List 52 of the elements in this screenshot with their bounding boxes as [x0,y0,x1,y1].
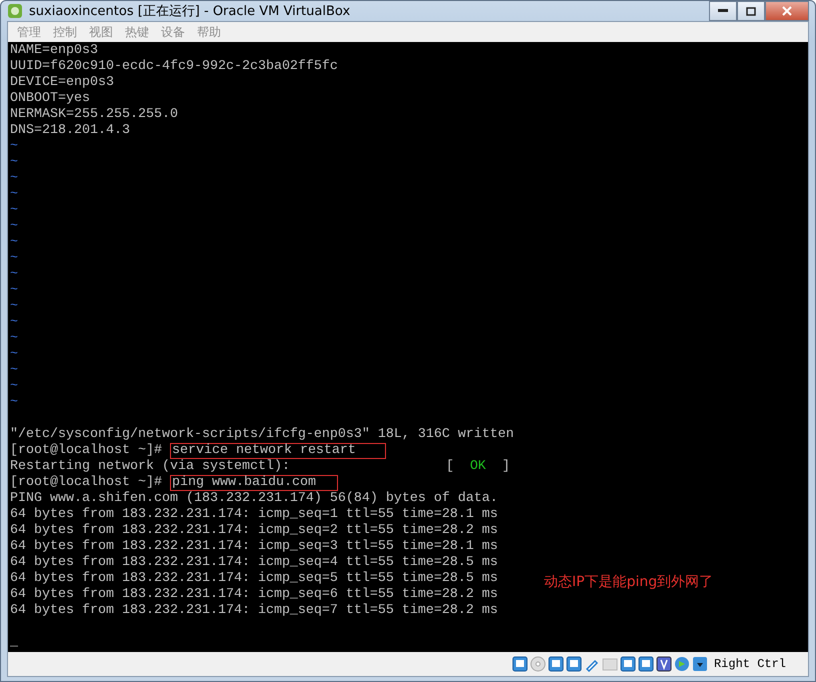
minimize-button[interactable] [709,1,737,21]
empty-line-marker: ~ [10,267,18,283]
terminal-line: DEVICE=enp0s3 [10,75,114,91]
annotation-text: 动态IP下是能ping到外网了 [544,574,714,590]
terminal-line: NERMASK=255.255.255.0 [10,107,178,123]
maximize-icon [746,6,756,16]
empty-line-marker: ~ [10,251,18,267]
empty-line-marker: ~ [10,299,18,315]
empty-line-marker: ~ [10,395,18,411]
host-key-label: Right Ctrl [714,657,786,671]
terminal-line: Restarting network (via systemctl): [10,459,290,475]
maximize-button[interactable] [737,1,765,21]
empty-line-marker: ~ [10,155,18,171]
ok-status: OK [470,459,486,475]
empty-line-marker: ~ [10,235,18,251]
close-icon [782,6,792,16]
close-button[interactable] [765,1,809,21]
empty-line-marker: ~ [10,171,18,187]
terminal-line: DNS=218.201.4.3 [10,123,130,139]
empty-line-marker: ~ [10,331,18,347]
empty-line-marker: ~ [10,219,18,235]
highlighted-command: ping www.baidu.com [170,475,338,491]
empty-line-marker: ~ [10,315,18,331]
terminal-line: 64 bytes from 183.232.231.174: icmp_seq=5 ttl=55 time=28.5 ms [10,571,498,587]
empty-line-marker: ~ [10,379,18,395]
empty-line-marker: ~ [10,363,18,379]
shell-prompt: [root@localhost ~]# [10,443,162,459]
empty-line-marker: ~ [10,187,18,203]
terminal-line: 64 bytes from 183.232.231.174: icmp_seq=2 ttl=55 time=28.2 ms [10,523,498,539]
terminal-line: NAME=enp0s3 [10,43,98,59]
empty-line-marker: ~ [10,283,18,299]
terminal-line: 64 bytes from 183.232.231.174: icmp_seq=3 ttl=55 time=28.1 ms [10,539,498,555]
highlighted-command: service network restart [170,443,386,459]
minimize-icon [718,9,728,13]
terminal-line: 64 bytes from 183.232.231.174: icmp_seq=6 ttl=55 time=28.2 ms [10,587,498,603]
download-icon[interactable] [692,656,708,672]
terminal-line: 64 bytes from 183.232.231.174: icmp_seq=4 ttl=55 time=28.5 ms [10,555,498,571]
cursor: _ [10,635,18,651]
terminal-line: "/etc/sysconfig/network-scripts/ifcfg-enp0s3" 18L, 316C written [10,427,514,443]
terminal-line: 64 bytes from 183.232.231.174: icmp_seq=1 ttl=55 time=28.1 ms [10,507,498,523]
bracket: ] [502,459,510,475]
terminal-line: PING www.a.shifen.com (183.232.231.174) 56(84) bytes of data. [10,491,498,507]
shell-prompt: [root@localhost ~]# [10,475,162,491]
window-title: suxiaoxincentos [正在运行] - Oracle VM VirtualBox [29,3,352,20]
empty-line-marker: ~ [10,347,18,363]
terminal-line: UUID=f620c910-ecdc-4fc9-992c-2c3ba02ff5fc [10,59,338,75]
bracket: [ [446,459,454,475]
terminal-line: ONBOOT=yes [10,91,90,107]
terminal-line: 64 bytes from 183.232.231.174: icmp_seq=7 ttl=55 time=28.2 ms [10,603,498,619]
empty-line-marker: ~ [10,139,18,155]
empty-line-marker: ~ [10,203,18,219]
app-icon [7,3,23,19]
